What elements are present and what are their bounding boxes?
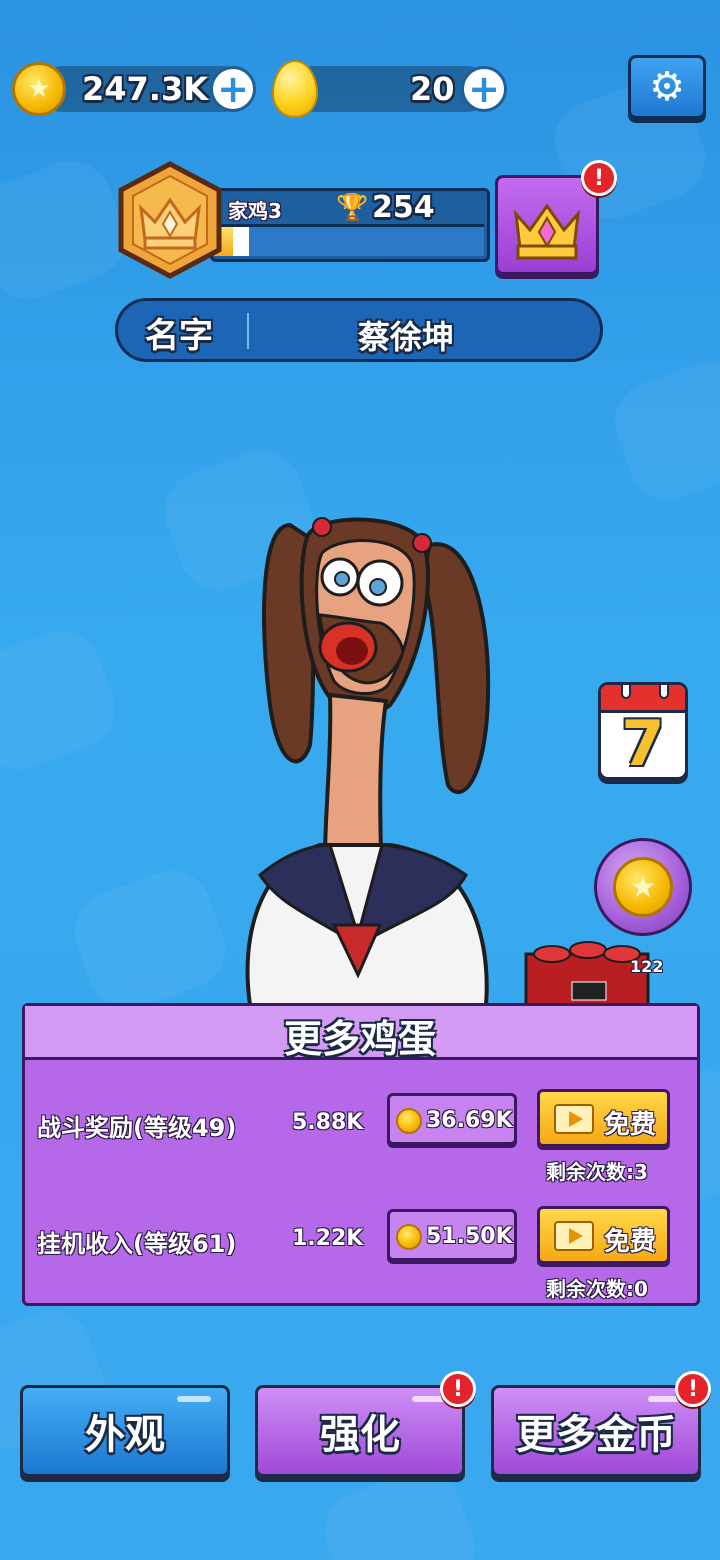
video-play-icon	[554, 1221, 594, 1251]
coin-bubble-button[interactable]: ★	[594, 838, 692, 936]
rank-name: 家鸡3	[228, 199, 282, 223]
add-eggs-button[interactable]: +	[461, 66, 507, 112]
settings-button[interactable]: ⚙	[628, 55, 706, 119]
more-eggs-title: 更多鸡蛋	[283, 1017, 436, 1061]
star-coin-icon: ★	[12, 62, 66, 116]
upgrade-alert-badge: !	[440, 1371, 476, 1407]
crown-rank-badge-icon[interactable]	[115, 160, 225, 280]
coin-icon	[396, 1108, 422, 1134]
egg-amount: 20	[410, 70, 455, 108]
golden-egg-icon	[272, 60, 318, 118]
video-play-icon	[554, 1104, 594, 1134]
plus-icon: +	[468, 67, 500, 111]
battle-reward-value: 5.88K	[292, 1110, 364, 1135]
add-coins-button[interactable]: +	[210, 66, 256, 112]
calendar-button[interactable]: 7	[598, 682, 688, 780]
coin-amount: 247.3K	[82, 70, 209, 108]
calendar-day: 7	[621, 707, 665, 780]
more-coins-button[interactable]: 更多金币	[491, 1385, 701, 1477]
appearance-button[interactable]: 外观	[20, 1385, 230, 1477]
battle-reward-remaining: 剩余次数:3	[546, 1160, 648, 1184]
xp-progress-bar	[214, 224, 484, 256]
trophy-count: 254	[372, 190, 435, 225]
battle-reward-buy-button[interactable]: 36.69K	[387, 1093, 517, 1145]
chicken-character[interactable]	[230, 505, 500, 1005]
crown-alert-badge: !	[581, 160, 617, 196]
idle-income-value: 1.22K	[292, 1226, 364, 1251]
name-label: 名字	[145, 316, 213, 356]
idle-income-buy-button[interactable]: 51.50K	[387, 1209, 517, 1261]
battle-reward-label: 战斗奖励(等级49)	[37, 1114, 237, 1142]
player-name: 蔡徐坤	[357, 318, 454, 356]
idle-income-free-button[interactable]: 免费	[537, 1206, 670, 1264]
more-coins-alert-badge: !	[675, 1371, 711, 1407]
idle-income-remaining: 剩余次数:0	[546, 1277, 648, 1301]
crown-button[interactable]	[495, 175, 599, 275]
coin-bubble-icon: ★	[613, 857, 673, 917]
trophy-icon: 🏆	[336, 193, 369, 223]
idle-income-label: 挂机收入(等级61)	[37, 1230, 237, 1258]
gear-icon: ⚙	[649, 64, 685, 110]
crown-icon	[513, 203, 581, 260]
dynamite-count: 122	[630, 957, 664, 976]
coin-icon	[396, 1224, 422, 1250]
upgrade-button[interactable]: 强化	[255, 1385, 465, 1477]
plus-icon: +	[217, 67, 249, 111]
battle-reward-free-button[interactable]: 免费	[537, 1089, 670, 1147]
